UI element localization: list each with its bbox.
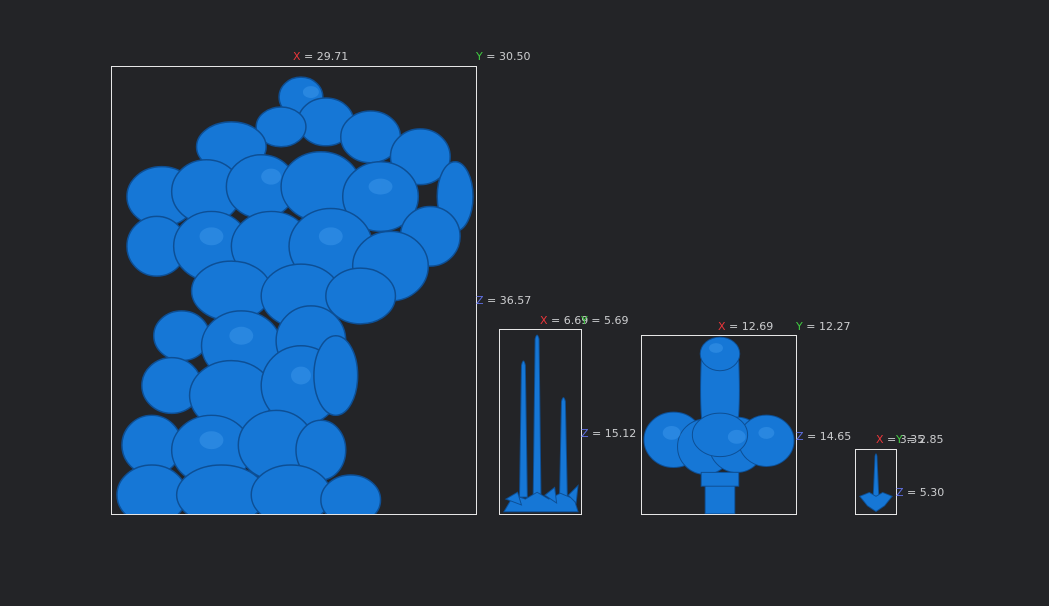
spikes-model-z-dimension: Z = 15.12 bbox=[581, 427, 637, 440]
tree-model-z-dimension: Z = 36.57 bbox=[476, 294, 532, 307]
hilt-model-bounding-box[interactable] bbox=[641, 335, 797, 515]
tree-model-bounding-box[interactable] bbox=[111, 66, 477, 515]
tree-model-y-dimension: Y = 30.50 bbox=[476, 50, 531, 63]
spikes-model-mesh[interactable] bbox=[500, 330, 581, 514]
hilt-model-y-dimension: Y = 12.27 bbox=[796, 320, 851, 333]
small-spike-model-z-dimension: Z = 5.30 bbox=[896, 486, 945, 499]
spikes-model-bounding-box[interactable] bbox=[499, 329, 582, 515]
small-spike-model-bounding-box[interactable] bbox=[855, 449, 897, 515]
small-spike-model-y-dimension: Y = 2.85 bbox=[896, 433, 944, 446]
spikes-model-y-dimension: Y = 5.69 bbox=[581, 314, 629, 327]
tree-model-mesh[interactable] bbox=[112, 67, 476, 514]
small-spike-model-mesh[interactable] bbox=[856, 450, 896, 514]
hilt-model-x-dimension: X = 12.69 bbox=[718, 320, 774, 333]
hilt-model-z-dimension: Z = 14.65 bbox=[796, 430, 852, 443]
3d-viewport[interactable]: X = 29.71 Y = 30.50 Z = 36.57 X = 6.69 Y… bbox=[0, 0, 1049, 606]
hilt-model-mesh[interactable] bbox=[642, 336, 796, 514]
tree-model-x-dimension: X = 29.71 bbox=[293, 50, 349, 63]
